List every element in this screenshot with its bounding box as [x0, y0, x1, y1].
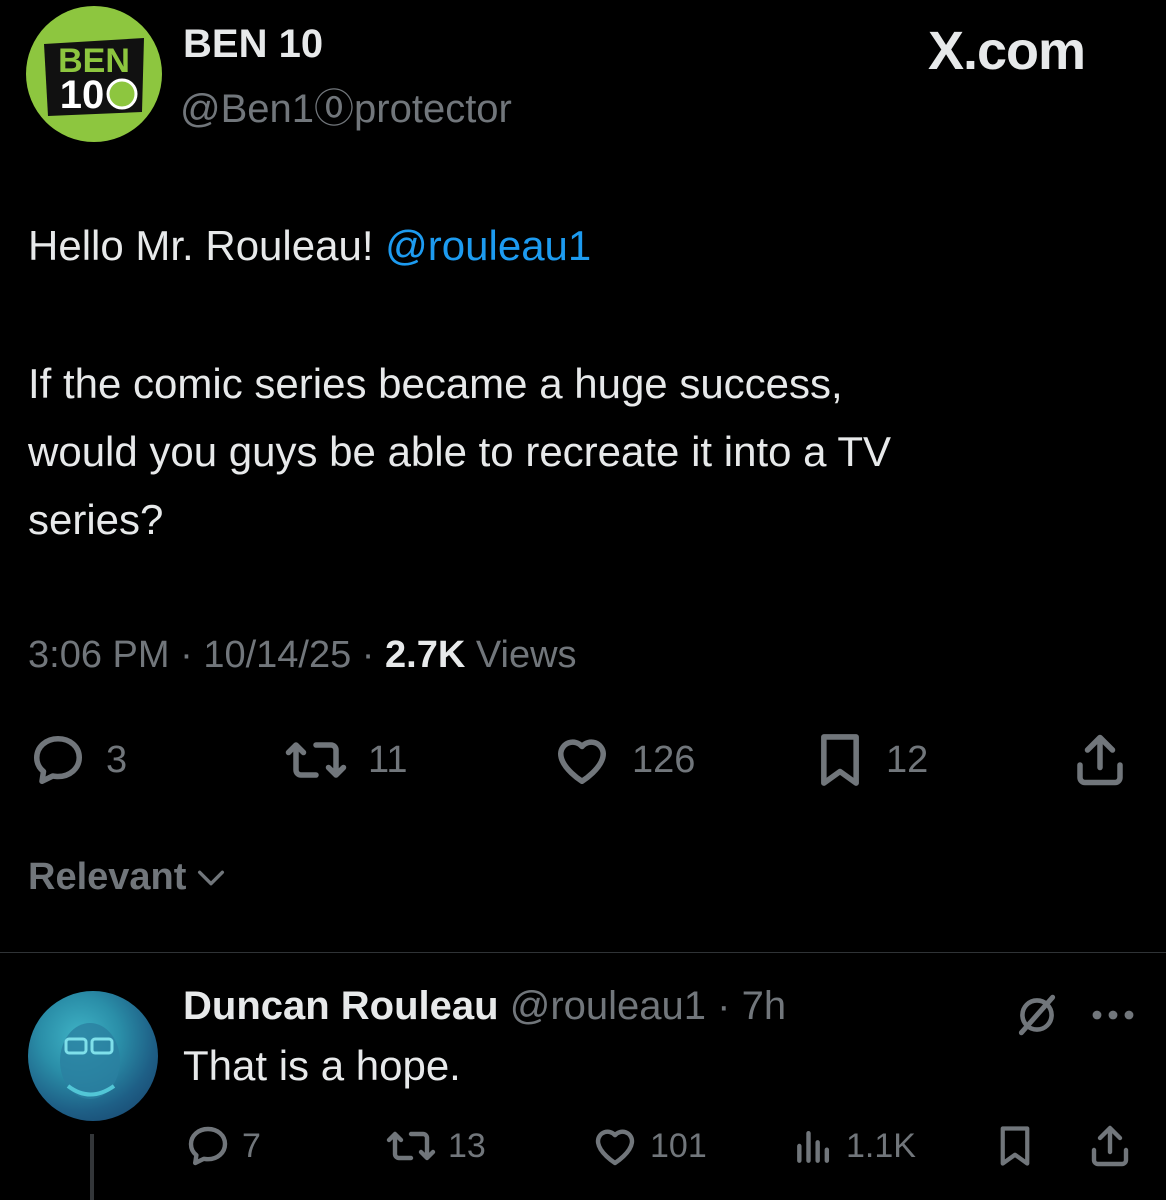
repost-icon	[386, 1131, 436, 1161]
avatar[interactable]: BEN 10	[24, 4, 164, 144]
reply-views-button[interactable]: 1.1K	[792, 1120, 916, 1172]
tweet-body-line-3: would you guys be able to recreate it in…	[28, 428, 892, 475]
like-button[interactable]: 126	[550, 728, 695, 792]
bookmark-icon	[1000, 1126, 1030, 1166]
svg-text:10: 10	[60, 73, 105, 117]
site-label: X.com	[928, 21, 1086, 81]
analytics-icon	[797, 1130, 830, 1163]
views-label: Views	[475, 634, 577, 676]
reply-share-button[interactable]	[1086, 1120, 1134, 1172]
avatar-photo	[60, 1023, 120, 1099]
chevron-down-icon	[198, 870, 225, 885]
heart-icon	[558, 739, 606, 784]
reply-reply-count: 7	[242, 1126, 261, 1165]
sort-label: Relevant	[28, 856, 187, 898]
tweet-body-line-4: series?	[28, 496, 164, 543]
tweet-greeting: Hello Mr. Rouleau!	[28, 222, 374, 269]
divider	[0, 952, 1166, 953]
reply-author-name[interactable]: Duncan Rouleau	[183, 984, 499, 1028]
author-handle[interactable]: @Ben1⓪protector	[180, 76, 512, 134]
tweet-body-line-1: Hello Mr. Rouleau! @rouleau1	[28, 212, 591, 280]
more-button[interactable]	[1088, 995, 1138, 1040]
tweet-time[interactable]: 3:06 PM	[28, 634, 170, 676]
views-count: 2.7K	[385, 634, 466, 676]
reply-like-button[interactable]: 101	[590, 1120, 707, 1172]
grok-button[interactable]	[1012, 990, 1062, 1045]
reply-reply-button[interactable]: 7	[184, 1120, 261, 1172]
reply-repost-button[interactable]: 13	[384, 1120, 486, 1172]
reply-like-count: 101	[650, 1126, 707, 1165]
grok-icon	[1018, 994, 1056, 1036]
repost-icon	[285, 742, 347, 778]
reply-bookmark-button[interactable]	[994, 1120, 1036, 1172]
separator: ·	[180, 634, 193, 676]
bookmark-count: 12	[886, 738, 929, 781]
bookmark-icon	[821, 734, 859, 786]
reply-text: That is a hope.	[183, 1042, 461, 1089]
ben10-logo: BEN 10	[26, 6, 162, 142]
separator: ·	[361, 634, 375, 676]
repost-button[interactable]: 11	[282, 728, 407, 792]
like-count: 126	[632, 738, 696, 781]
tweet-meta: 3:06 PM · 10/14/25 · 2.7K Views	[28, 634, 577, 677]
share-button[interactable]	[1070, 728, 1130, 792]
reply-header: Duncan Rouleau @rouleau1 · 7h	[183, 984, 786, 1029]
tweet-date[interactable]: 10/14/25	[203, 634, 351, 676]
share-icon	[1091, 1125, 1129, 1167]
bookmark-button[interactable]: 12	[812, 728, 928, 792]
reply-author-handle[interactable]: @rouleau1	[510, 984, 706, 1028]
sort-dropdown[interactable]: Relevant	[28, 856, 228, 899]
more-icon	[1092, 1010, 1134, 1020]
reply-views-count: 1.1K	[846, 1126, 916, 1165]
reply-icon	[188, 1126, 228, 1166]
reply-avatar[interactable]	[28, 991, 158, 1121]
tweet-body-line-2: If the comic series became a huge succes…	[28, 360, 843, 407]
repost-count: 11	[368, 738, 408, 781]
share-icon	[1077, 734, 1123, 786]
reply-repost-count: 13	[448, 1126, 486, 1165]
reply-icon	[34, 736, 82, 784]
heart-icon	[595, 1129, 635, 1166]
author-name[interactable]: BEN 10	[183, 22, 323, 67]
reply-count: 3	[106, 738, 128, 781]
reply-button[interactable]: 3	[28, 728, 127, 792]
reply-age[interactable]: · 7h	[717, 984, 786, 1028]
mention-link[interactable]: @rouleau1	[385, 222, 591, 269]
thread-line	[90, 1134, 94, 1200]
